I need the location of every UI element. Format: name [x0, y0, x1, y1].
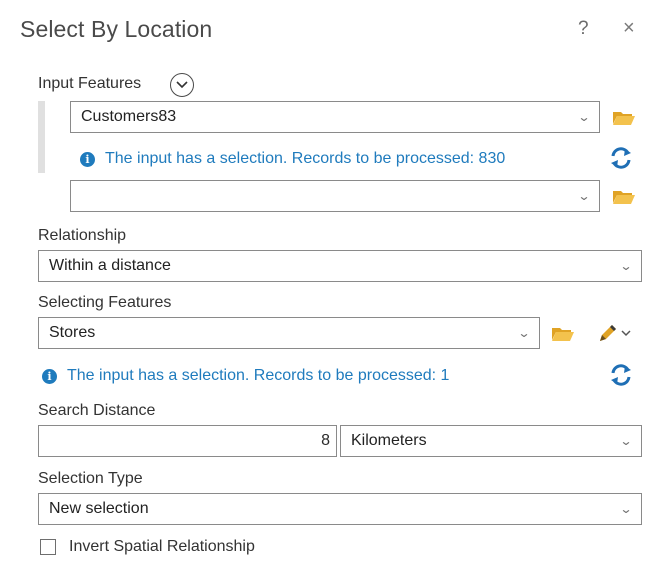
chevron-down-icon: ⌄ [619, 502, 633, 516]
selecting-features-value: Stores [49, 324, 96, 341]
input-features-combo-2[interactable]: ⌄ [70, 180, 600, 212]
selecting-features-label: Selecting Features [38, 294, 172, 311]
geoprocessing-pane: Select By Location ? × Input Features Cu… [0, 0, 646, 563]
input-features-combo-1[interactable]: Customers83 ⌄ [70, 101, 600, 133]
browse-button-2[interactable] [611, 185, 637, 207]
refresh-button-input[interactable] [607, 146, 635, 170]
invert-checkbox[interactable] [40, 539, 56, 555]
chevron-down-icon: ⌄ [619, 259, 633, 273]
selection-type-value: New selection [49, 500, 149, 517]
input-selection-info-text: The input has a selection. Records to be… [105, 150, 506, 167]
search-distance-input[interactable]: 8 [38, 425, 337, 457]
selecting-features-combo[interactable]: Stores ⌄ [38, 317, 540, 349]
relationship-value: Within a distance [49, 257, 171, 274]
relationship-combo[interactable]: Within a distance ⌄ [38, 250, 642, 282]
distance-unit-combo[interactable]: Kilometers ⌄ [340, 425, 642, 457]
input-features-label: Input Features [38, 75, 142, 92]
chevron-down-icon: ⌄ [619, 434, 633, 448]
help-button[interactable]: ? [578, 18, 589, 40]
folder-icon [613, 112, 635, 125]
chevron-down-icon [621, 329, 631, 336]
selecting-selection-info: i The input has a selection. Records to … [42, 367, 449, 385]
refresh-button-selecting[interactable] [607, 363, 635, 387]
folder-icon [552, 328, 574, 341]
selecting-selection-info-text: The input has a selection. Records to be… [67, 367, 450, 384]
refresh-icon [611, 147, 631, 169]
distance-unit-value: Kilometers [351, 432, 427, 449]
input-group-bar [38, 101, 45, 173]
search-distance-label: Search Distance [38, 402, 156, 419]
info-icon: i [80, 151, 95, 167]
chevron-down-icon: ⌄ [577, 110, 591, 124]
chevron-down-icon [176, 81, 188, 89]
pencil-icon [600, 325, 616, 341]
refresh-icon [611, 364, 631, 386]
collapse-button[interactable] [170, 73, 194, 97]
selection-type-combo[interactable]: New selection ⌄ [38, 493, 642, 525]
chevron-down-icon: ⌄ [577, 189, 591, 203]
input-features-value-1: Customers83 [81, 108, 177, 125]
folder-icon [613, 191, 635, 204]
relationship-label: Relationship [38, 227, 127, 244]
browse-button-1[interactable] [611, 106, 637, 128]
browse-button-selecting[interactable] [549, 322, 577, 344]
info-icon: i [42, 368, 57, 384]
chevron-down-icon: ⌄ [517, 326, 531, 340]
create-features-button[interactable] [592, 320, 636, 346]
input-selection-info: i The input has a selection. Records to … [80, 150, 505, 168]
invert-label: Invert Spatial Relationship [69, 538, 255, 555]
selection-type-label: Selection Type [38, 470, 143, 487]
close-button[interactable]: × [623, 17, 635, 40]
pane-title: Select By Location [20, 16, 213, 42]
